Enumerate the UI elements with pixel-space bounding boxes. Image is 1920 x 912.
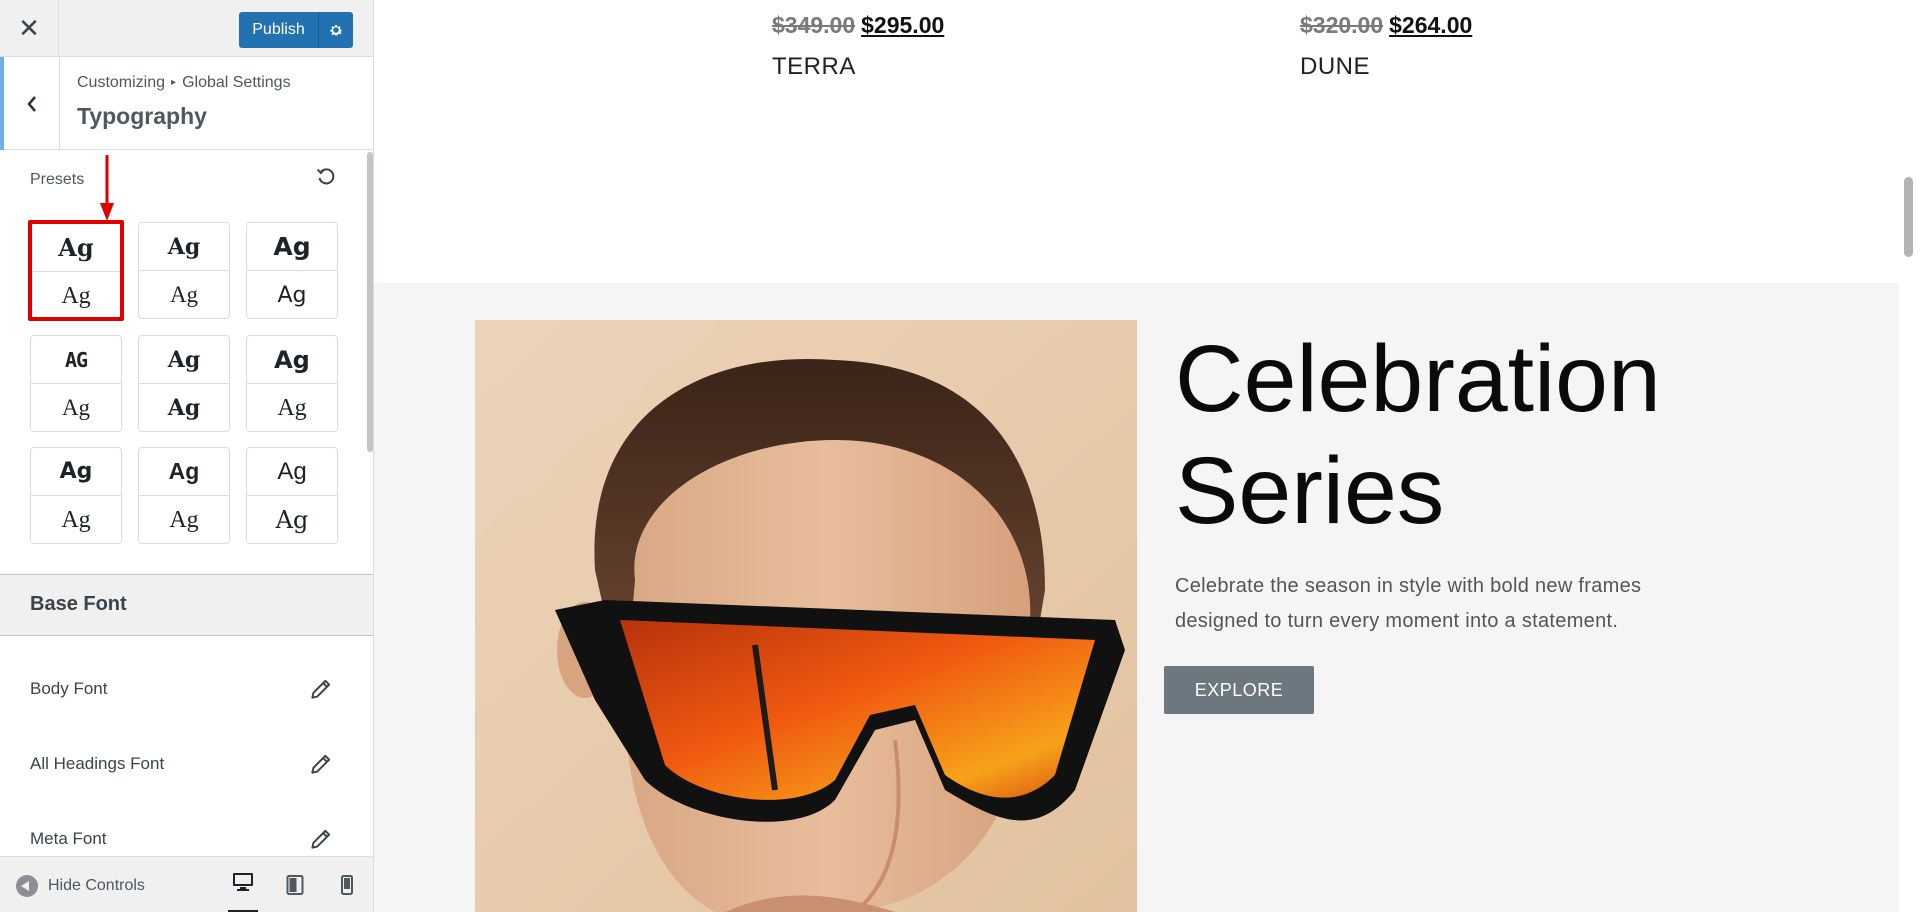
- hero-title-line2: Series: [1175, 438, 1445, 544]
- breadcrumb: Customizing ▸ Global Settings: [77, 74, 291, 92]
- hide-controls-button[interactable]: Hide Controls: [16, 875, 145, 897]
- section-header: Customizing ▸ Global Settings Typography: [0, 57, 373, 150]
- headings-font-row[interactable]: All Headings Font: [0, 744, 373, 784]
- preview-scrollbar-track[interactable]: [1899, 0, 1920, 912]
- preset-heading-sample: Ag: [247, 448, 337, 496]
- chevron-left-icon: [26, 95, 36, 112]
- explore-button[interactable]: EXPLORE: [1164, 666, 1314, 714]
- product-card[interactable]: $320.00 $264.00 DUNE: [1300, 12, 1472, 81]
- product-price: $349.00 $295.00: [772, 12, 944, 39]
- mobile-icon: [341, 875, 353, 895]
- preset-body-sample: Ag: [169, 506, 199, 533]
- body-font-label: Body Font: [30, 679, 108, 698]
- annotation-arrow-icon: [100, 155, 114, 221]
- site-preview: $349.00 $295.00 TERRA $320.00 $264.00 DUNE: [374, 0, 1900, 912]
- gear-icon: [330, 25, 343, 36]
- preset-heading-sample: Ag: [139, 336, 229, 384]
- breadcrumb-current: Global Settings: [182, 74, 291, 91]
- presets-label: Presets: [30, 171, 85, 188]
- preset-heading-sample: Ag: [247, 223, 337, 271]
- publish-settings-button[interactable]: [318, 12, 353, 48]
- breadcrumb-root: Customizing: [77, 74, 166, 91]
- preset-7[interactable]: Ag Ag: [30, 447, 122, 544]
- preset-heading-sample: Ag: [32, 224, 120, 272]
- preset-heading-sample: Ag: [139, 448, 229, 496]
- desktop-preview-button[interactable]: [228, 870, 258, 912]
- sale-price[interactable]: $295.00: [861, 12, 944, 38]
- preset-6[interactable]: Ag Ag: [246, 335, 338, 432]
- pencil-icon[interactable]: [308, 751, 334, 777]
- base-font-heading: Base Font: [30, 593, 127, 615]
- preset-body-sample: Ag: [61, 282, 91, 309]
- product-name[interactable]: TERRA: [772, 53, 944, 81]
- preset-heading-sample: AG: [31, 336, 121, 384]
- customizer-sidebar: ✕ Publish Customizing ▸ Global Settings Ty…: [0, 0, 374, 912]
- pencil-icon[interactable]: [308, 676, 334, 702]
- hero-section: Celebration Series Celebrate the season …: [374, 283, 1900, 912]
- pencil-icon[interactable]: [308, 826, 334, 852]
- meta-font-label: Meta Font: [30, 829, 107, 848]
- publish-button[interactable]: Publish: [239, 12, 318, 48]
- sidebar-scrollbar[interactable]: [367, 152, 373, 452]
- base-font-section[interactable]: Base Font: [0, 574, 373, 636]
- preset-body-sample: Ag: [277, 282, 307, 308]
- hide-controls-label: Hide Controls: [48, 877, 145, 894]
- sale-price[interactable]: $264.00: [1389, 12, 1472, 38]
- product-card[interactable]: $349.00 $295.00 TERRA: [772, 12, 944, 81]
- product-name[interactable]: DUNE: [1300, 53, 1472, 81]
- preset-9[interactable]: Ag Ag: [246, 447, 338, 544]
- old-price: $320.00: [1300, 12, 1384, 38]
- hero-description: Celebrate the season in style with bold …: [1175, 575, 1642, 632]
- desktop-icon: [233, 873, 253, 891]
- customizer-topbar: ✕ Publish: [0, 0, 373, 57]
- body-font-row[interactable]: Body Font: [0, 669, 373, 709]
- hero-title-line1: Celebration: [1175, 326, 1661, 432]
- close-customizer-button[interactable]: ✕: [0, 0, 59, 57]
- model-sunglasses-illustration: [475, 320, 1137, 912]
- page-title: Typography: [77, 103, 207, 129]
- meta-font-row[interactable]: Meta Font: [0, 819, 373, 856]
- headings-font-label: All Headings Font: [30, 754, 165, 773]
- close-icon: ✕: [18, 13, 40, 44]
- publish-group: Publish: [239, 12, 353, 48]
- preset-4[interactable]: AG Ag: [30, 335, 122, 432]
- product-price: $320.00 $264.00: [1300, 12, 1472, 39]
- preset-8[interactable]: Ag Ag: [138, 447, 230, 544]
- preset-3[interactable]: Ag Ag: [246, 222, 338, 319]
- reset-icon[interactable]: [314, 164, 338, 188]
- customizer-footer: Hide Controls: [0, 856, 373, 912]
- typography-panel: Presets Ag Ag Ag Ag Ag Ag AG Ag Ag Ag Ag…: [0, 150, 373, 856]
- collapse-icon: [16, 875, 38, 897]
- preset-heading-sample: Ag: [247, 336, 337, 384]
- preset-1[interactable]: Ag Ag: [28, 220, 124, 321]
- preset-body-sample: Ag: [167, 395, 201, 421]
- preset-body-sample: Ag: [169, 282, 199, 307]
- tablet-icon: [286, 875, 304, 895]
- preset-heading-sample: Ag: [31, 448, 121, 496]
- breadcrumb-separator: ▸: [171, 77, 177, 88]
- preset-body-sample: Ag: [275, 506, 309, 534]
- hero-title: Celebration Series: [1175, 323, 1775, 547]
- preset-5[interactable]: Ag Ag: [138, 335, 230, 432]
- old-price: $349.00: [772, 12, 856, 38]
- preset-body-sample: Ag: [277, 394, 307, 421]
- tablet-preview-button[interactable]: [280, 870, 310, 900]
- preset-body-sample: Ag: [61, 506, 91, 533]
- mobile-preview-button[interactable]: [332, 870, 362, 900]
- back-button[interactable]: [0, 57, 60, 150]
- preset-body-sample: Ag: [61, 395, 91, 420]
- preview-scrollbar-thumb[interactable]: [1904, 177, 1913, 257]
- hero-image: [475, 320, 1137, 912]
- preset-heading-sample: Ag: [139, 223, 229, 271]
- preset-2[interactable]: Ag Ag: [138, 222, 230, 319]
